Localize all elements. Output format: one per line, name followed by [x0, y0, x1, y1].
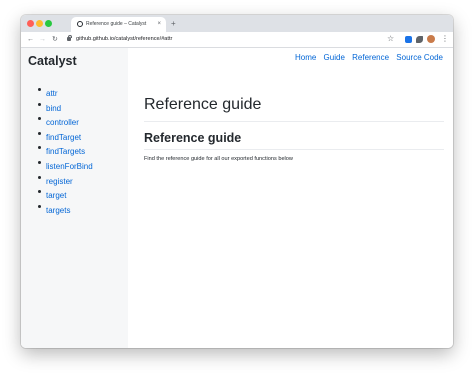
nav-link-reference[interactable]: Reference — [352, 53, 389, 62]
reload-button[interactable]: ↻ — [52, 34, 58, 45]
browser-tab[interactable]: Reference guide – Catalyst × — [71, 17, 166, 32]
sidebar-item-attr[interactable]: attr — [21, 83, 93, 98]
star-icon[interactable]: ☆ — [387, 34, 394, 44]
nav-link-source-code[interactable]: Source Code — [396, 53, 443, 62]
window-maximize-button[interactable] — [45, 20, 52, 27]
tab-bar: Reference guide – Catalyst × + — [21, 15, 453, 32]
bullet — [38, 102, 41, 106]
bullet — [38, 190, 41, 194]
bullet — [38, 88, 41, 91]
divider — [144, 149, 444, 150]
tab-close-icon[interactable]: × — [157, 20, 161, 29]
tab-title: Reference guide – Catalyst — [86, 21, 147, 27]
bullet — [38, 204, 41, 208]
window-minimize-button[interactable] — [36, 20, 43, 27]
sidebar-item-listenforbind[interactable]: listenForBind — [21, 156, 93, 171]
extension-icon[interactable] — [405, 36, 412, 43]
bullet — [38, 175, 41, 179]
sidebar-item-controller[interactable]: controller — [21, 112, 93, 127]
sidebar-item-register[interactable]: register — [21, 171, 93, 186]
browser-window: Reference guide – Catalyst × + ← → ↻ git… — [21, 15, 453, 348]
url-text[interactable]: github.github.io/catalyst/reference/#att… — [76, 35, 172, 44]
puzzle-icon[interactable] — [416, 36, 423, 43]
new-tab-button[interactable]: + — [171, 18, 176, 29]
sidebar: Catalyst attr bind controller findTarget… — [21, 48, 128, 348]
avatar[interactable] — [427, 35, 435, 43]
section-heading: Reference guide — [144, 131, 242, 145]
menu-icon[interactable]: ⋮ — [441, 34, 449, 44]
sidebar-item-label[interactable]: targets — [46, 206, 70, 215]
sidebar-item-findtargets[interactable]: findTargets — [21, 141, 93, 156]
sidebar-item-findtarget[interactable]: findTarget — [21, 127, 93, 142]
browser-toolbar: ← → ↻ github.github.io/catalyst/referenc… — [21, 32, 453, 48]
forward-button[interactable]: → — [39, 34, 46, 45]
sidebar-item-target[interactable]: target — [21, 185, 93, 200]
nav-link-home[interactable]: Home — [295, 53, 316, 62]
sidebar-list: attr bind controller findTarget findTarg… — [21, 83, 93, 215]
github-icon — [77, 21, 83, 27]
nav-link-guide[interactable]: Guide — [324, 53, 345, 62]
page-title: Reference guide — [144, 96, 262, 113]
intro-paragraph: Find the reference guide for all our exp… — [144, 156, 293, 162]
sidebar-item-bind[interactable]: bind — [21, 98, 93, 113]
divider — [144, 121, 444, 122]
page-viewport: Catalyst attr bind controller findTarget… — [21, 48, 453, 348]
site-title[interactable]: Catalyst — [28, 53, 77, 69]
window-close-button[interactable] — [27, 20, 34, 27]
address-bar[interactable]: github.github.io/catalyst/reference/#att… — [64, 34, 429, 45]
top-nav: Home Guide Reference Source Code — [290, 52, 443, 64]
bullet — [38, 146, 41, 150]
lock-icon[interactable] — [67, 34, 72, 41]
bullet — [38, 117, 41, 121]
bullet — [38, 131, 41, 135]
bullet — [38, 160, 41, 164]
sidebar-item-targets[interactable]: targets — [21, 200, 93, 215]
back-button[interactable]: ← — [27, 34, 34, 45]
